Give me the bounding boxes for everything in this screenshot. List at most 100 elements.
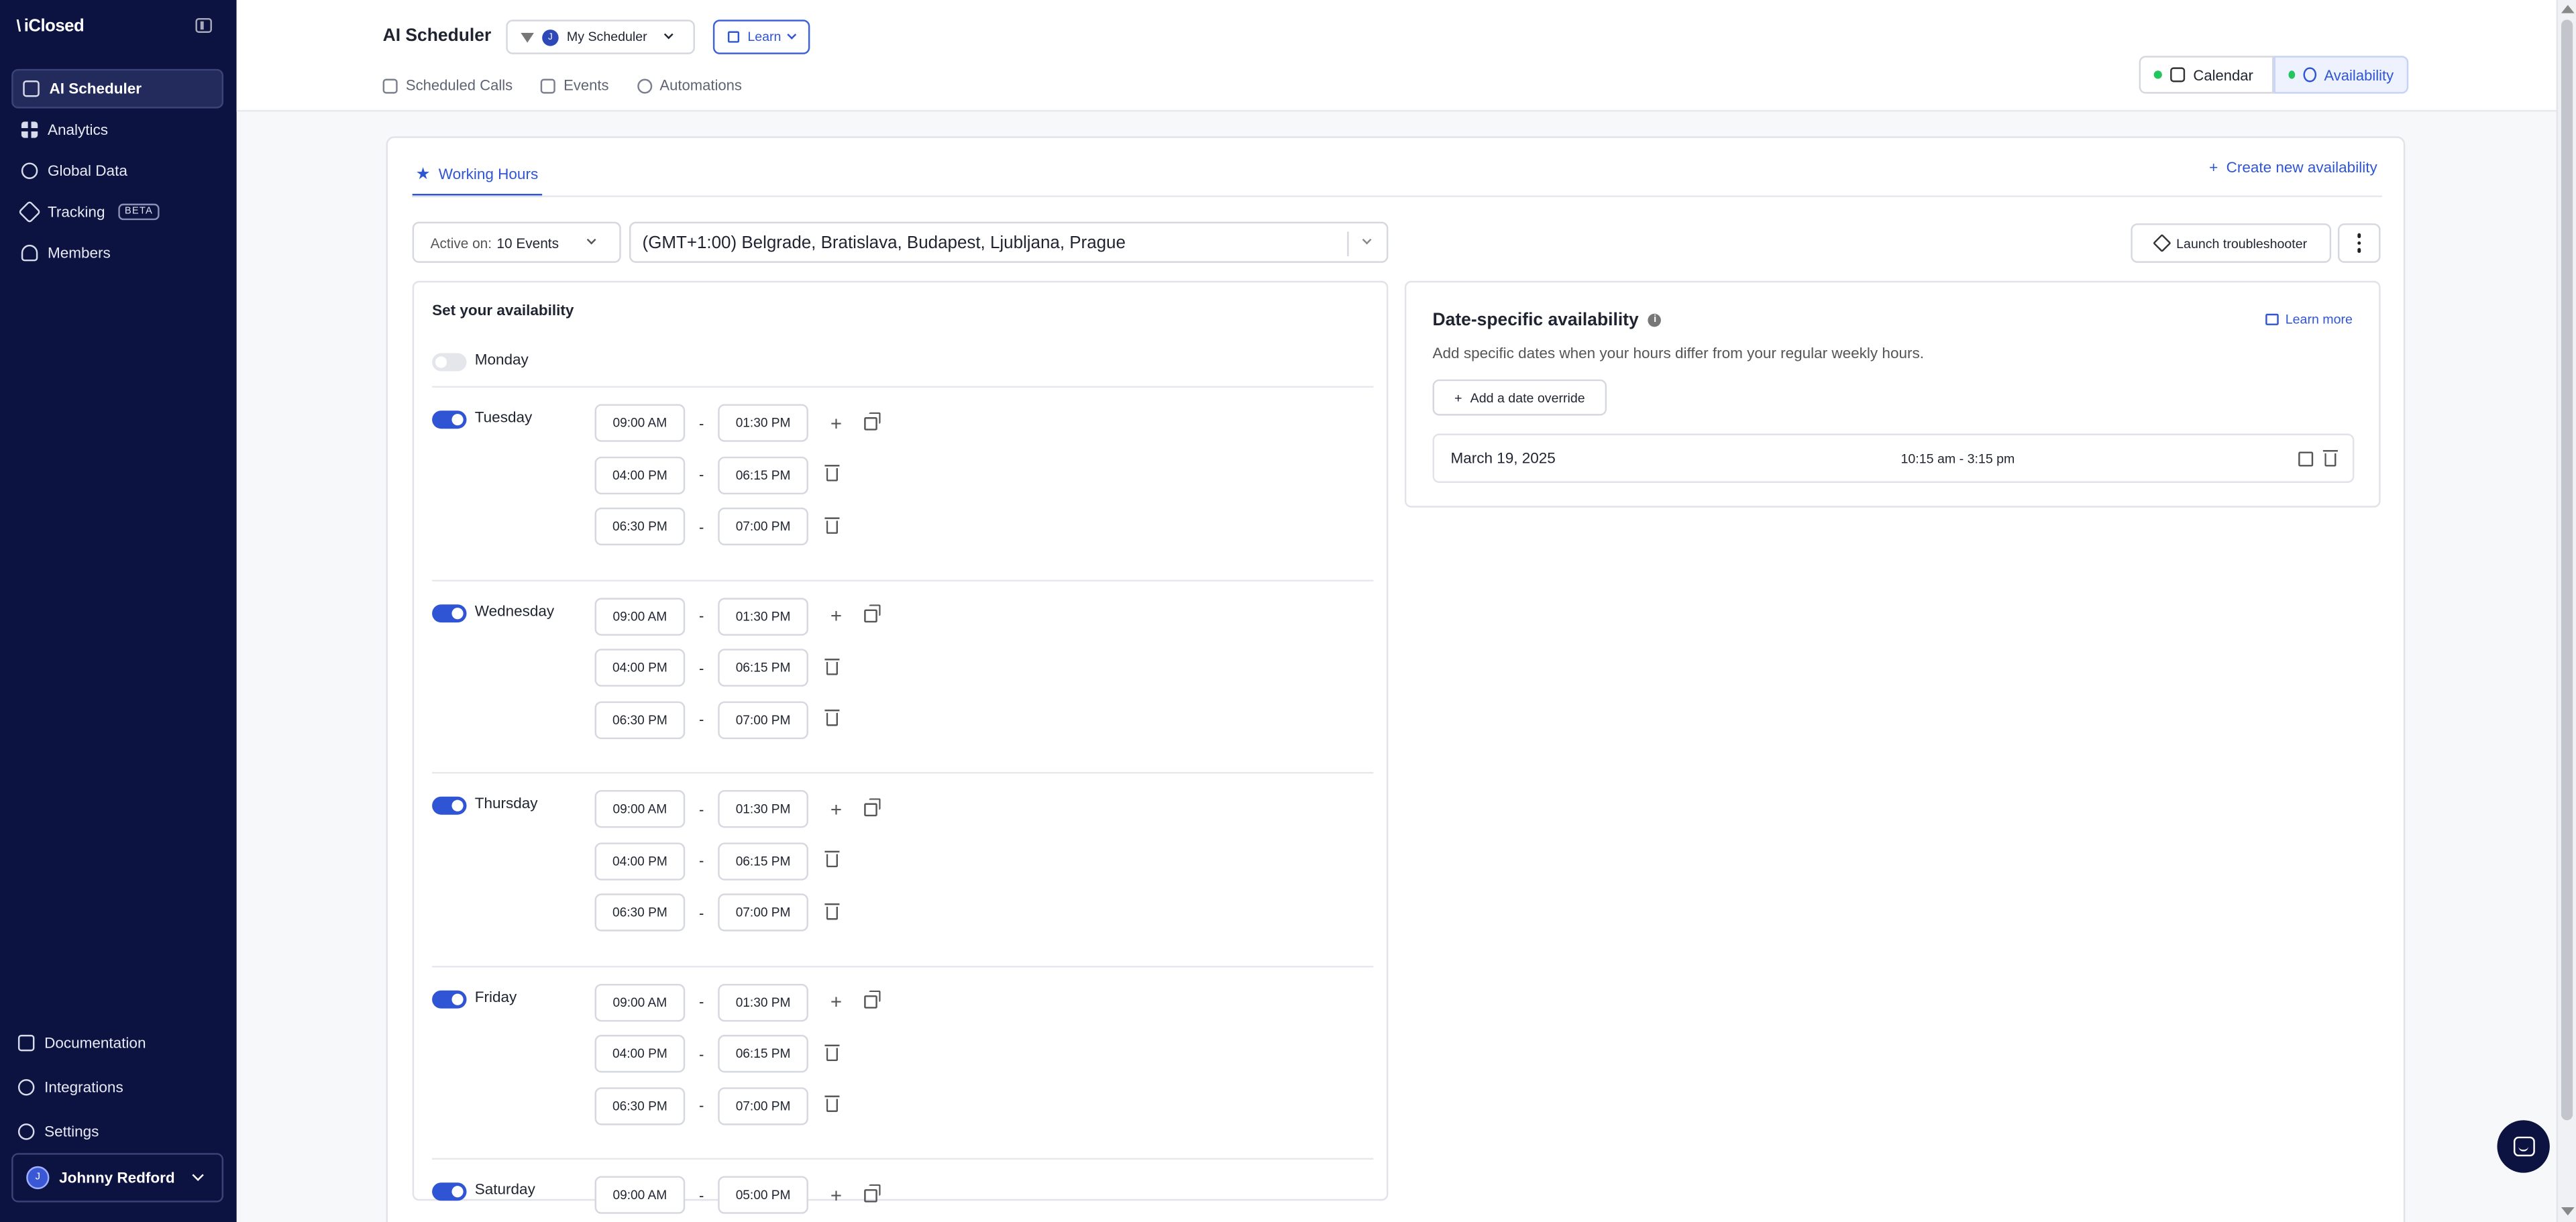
- start-time-input[interactable]: 06:30 PM: [594, 1087, 686, 1125]
- start-time-input[interactable]: 09:00 AM: [594, 983, 686, 1021]
- trash-icon[interactable]: [824, 902, 840, 920]
- day-row-tuesday: Tuesday 09:00 AM -01:30 PM +04:00 PM -06:15 …: [432, 391, 1374, 581]
- start-time-input[interactable]: 04:00 PM: [594, 649, 686, 687]
- day-toggle[interactable]: [432, 410, 467, 429]
- day-toggle[interactable]: [432, 989, 467, 1008]
- create-availability-link[interactable]: + Create new availability: [2209, 160, 2377, 176]
- trash-icon[interactable]: [824, 657, 840, 675]
- learn-button[interactable]: Learn: [712, 19, 810, 54]
- more-options-button[interactable]: [2337, 223, 2381, 263]
- add-slot-icon[interactable]: +: [828, 991, 844, 1013]
- trash-icon[interactable]: [824, 850, 840, 868]
- end-time-input[interactable]: 07:00 PM: [718, 700, 808, 738]
- logo-text: iClosed: [23, 16, 85, 36]
- active-events-select[interactable]: Active on: 10 Events: [412, 221, 621, 263]
- info-icon[interactable]: i: [1648, 313, 1662, 327]
- day-toggle[interactable]: [432, 796, 467, 815]
- scheduler-select[interactable]: J My Scheduler: [506, 19, 695, 54]
- start-time-input[interactable]: 04:00 PM: [594, 1034, 686, 1073]
- date-specific-panel: Date-specific availability i Learn more …: [1404, 280, 2381, 508]
- start-time-input[interactable]: 04:00 PM: [594, 842, 686, 880]
- end-time-input[interactable]: 07:00 PM: [718, 507, 808, 546]
- copy-icon[interactable]: [864, 1183, 881, 1202]
- end-time-input[interactable]: 01:30 PM: [718, 983, 808, 1021]
- copy-icon[interactable]: [864, 411, 881, 430]
- sidebar-item-members[interactable]: Members: [11, 233, 223, 273]
- end-time-input[interactable]: 07:00 PM: [718, 893, 808, 932]
- scroll-thumb[interactable]: [2561, 19, 2573, 1121]
- day-toggle[interactable]: [432, 604, 467, 622]
- end-time-input[interactable]: 06:15 PM: [718, 1034, 808, 1073]
- trash-icon[interactable]: [2322, 450, 2338, 467]
- start-time-input[interactable]: 09:00 AM: [594, 1176, 686, 1214]
- end-time-input[interactable]: 07:00 PM: [718, 1087, 808, 1125]
- scroll-up-icon[interactable]: [2561, 5, 2575, 13]
- sidebar-item-ai-scheduler[interactable]: AI Scheduler: [11, 68, 224, 109]
- end-time-input[interactable]: 06:15 PM: [718, 842, 808, 880]
- scroll-down-icon[interactable]: [2561, 1207, 2575, 1216]
- add-date-override-button[interactable]: + Add a date override: [1432, 379, 1607, 416]
- add-slot-icon[interactable]: +: [828, 604, 844, 627]
- trash-icon[interactable]: [824, 516, 840, 533]
- sidebar-item-analytics[interactable]: Analytics: [11, 110, 223, 150]
- override-row: March 19, 2025 10:15 am - 3:15 pm: [1432, 433, 2355, 484]
- sidebar-item-label: Documentation: [44, 1034, 146, 1052]
- launch-troubleshooter-button[interactable]: Launch troubleshooter: [2131, 223, 2332, 263]
- add-slot-icon[interactable]: +: [828, 797, 844, 820]
- learn-more-link[interactable]: Learn more: [2265, 312, 2353, 327]
- time-slot: 04:00 PM -06:15 PM: [594, 842, 840, 880]
- add-slot-icon[interactable]: +: [828, 1184, 844, 1207]
- tab-label: Scheduled Calls: [405, 77, 513, 94]
- tab-events[interactable]: Events: [540, 77, 609, 94]
- end-time-input[interactable]: 01:30 PM: [718, 404, 808, 442]
- user-menu[interactable]: J Johnny Redford: [11, 1153, 224, 1203]
- chevron-down-icon: [1362, 235, 1372, 245]
- sidebar-item-tracking[interactable]: Tracking BETA: [11, 192, 223, 232]
- sidebar-item-documentation[interactable]: Documentation: [8, 1021, 223, 1064]
- trash-icon[interactable]: [824, 1044, 840, 1060]
- start-time-input[interactable]: 09:00 AM: [594, 404, 686, 442]
- chat-icon: [2512, 1136, 2534, 1157]
- sidebar-collapse-icon[interactable]: [195, 17, 212, 33]
- tab-scheduled-calls[interactable]: Scheduled Calls: [382, 77, 513, 94]
- copy-icon[interactable]: [864, 797, 881, 816]
- trash-icon[interactable]: [824, 465, 840, 482]
- start-time-input[interactable]: 06:30 PM: [594, 700, 686, 738]
- view-calendar-button[interactable]: Calendar: [2139, 56, 2274, 94]
- sidebar-item-integrations[interactable]: Integrations: [8, 1066, 223, 1109]
- start-time-input[interactable]: 06:30 PM: [594, 893, 686, 932]
- troubleshooter-label: Launch troubleshooter: [2176, 235, 2308, 251]
- start-time-input[interactable]: 09:00 AM: [594, 789, 686, 828]
- range-dash: -: [699, 1186, 704, 1203]
- end-time-input[interactable]: 06:15 PM: [718, 649, 808, 687]
- end-time-input[interactable]: 01:30 PM: [718, 597, 808, 635]
- timezone-select[interactable]: (GMT+1:00) Belgrade, Bratislava, Budapes…: [629, 221, 1389, 263]
- day-name: Tuesday: [474, 408, 533, 426]
- tab-working-hours[interactable]: ★ Working Hours: [412, 154, 542, 197]
- edit-icon[interactable]: [2298, 451, 2314, 467]
- copy-icon[interactable]: [864, 990, 881, 1009]
- range-dash: -: [699, 904, 704, 921]
- day-toggle[interactable]: [432, 1182, 467, 1201]
- day-toggle[interactable]: [432, 353, 467, 372]
- add-slot-icon[interactable]: +: [828, 411, 844, 434]
- end-time-input[interactable]: 06:15 PM: [718, 455, 808, 494]
- chat-button[interactable]: [2497, 1120, 2550, 1173]
- start-time-input[interactable]: 06:30 PM: [594, 507, 686, 546]
- trash-icon[interactable]: [824, 709, 840, 726]
- day-row-saturday: Saturday 09:00 AM -05:00 PM +: [432, 1163, 1373, 1222]
- sidebar-item-label: Analytics: [48, 121, 109, 138]
- sidebar-item-global-data[interactable]: Global Data: [11, 151, 223, 190]
- logo[interactable]: \ iClosed: [16, 16, 84, 36]
- start-time-input[interactable]: 04:00 PM: [594, 455, 686, 494]
- refresh-icon: [637, 78, 652, 93]
- trash-icon[interactable]: [824, 1095, 840, 1112]
- end-time-input[interactable]: 05:00 PM: [718, 1176, 808, 1214]
- copy-icon[interactable]: [864, 604, 881, 623]
- sidebar-item-settings[interactable]: Settings: [8, 1111, 223, 1154]
- tab-automations[interactable]: Automations: [637, 77, 742, 94]
- scrollbar[interactable]: [2556, 0, 2576, 1222]
- view-availability-button[interactable]: Availability: [2273, 56, 2409, 94]
- start-time-input[interactable]: 09:00 AM: [594, 597, 686, 635]
- end-time-input[interactable]: 01:30 PM: [718, 789, 808, 828]
